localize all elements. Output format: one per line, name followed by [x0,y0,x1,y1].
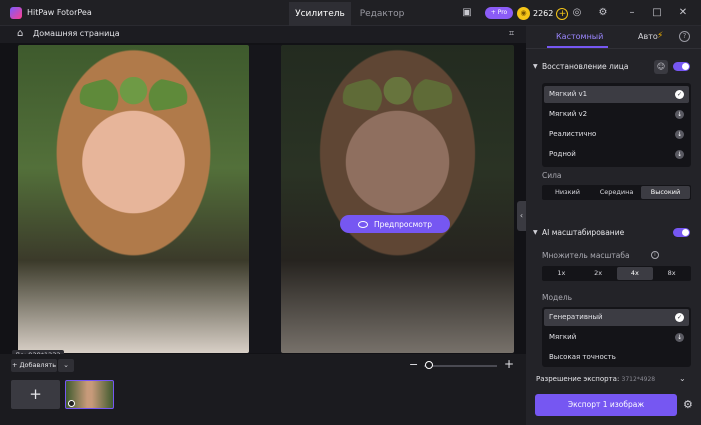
add-button[interactable]: + Добавлять [11,359,57,372]
home-icon[interactable]: ⌂ [17,29,27,39]
upscale-model-option[interactable]: Генеративный ✓ [544,309,689,326]
bottom-bar: + Добавлять ⌄ − + + [0,354,526,425]
pro-badge[interactable]: + Pro [485,7,513,19]
download-icon[interactable]: ↓ [675,130,684,139]
export-button[interactable]: Экспорт 1 изображ [535,394,677,416]
strength-low[interactable]: Низкий [543,186,592,199]
image-thumbnail[interactable] [65,380,114,409]
scale-4x[interactable]: 4x [616,267,654,280]
expand-chevron-icon[interactable]: ⌄ [679,374,686,383]
model-label: Модель [542,293,573,302]
multiplier-label: Множитель масштаба [542,251,630,260]
ai-upscale-title: AI масштабирование [542,228,625,237]
info-icon[interactable]: i [651,251,659,259]
option-label: Родной [549,150,576,158]
flower-crown-graphic [75,77,192,111]
tab-editor[interactable]: Редактор [351,2,413,26]
settings-icon[interactable]: ⚙ [597,7,609,19]
credits: ◉ 2262 + [517,7,569,20]
close-icon[interactable]: ✕ [677,7,689,19]
download-icon[interactable]: ↓ [675,333,684,342]
option-label: Мягкий [549,333,577,341]
strength-high[interactable]: Высокий [641,186,690,199]
collapse-panel-icon[interactable]: ‹ [517,201,526,231]
add-dropdown-icon[interactable]: ⌄ [58,359,74,372]
gear-icon[interactable]: ⚙ [683,398,693,411]
user-icon[interactable]: ◎ [571,7,583,19]
scale-1x[interactable]: 1x [543,267,580,280]
add-image-button[interactable]: + [11,380,60,409]
strength-selector: Низкий Середина Высокий [542,185,691,200]
face-icon[interactable]: ☺ [654,60,668,74]
zoom-in-icon[interactable]: + [504,357,514,371]
zoom-slider[interactable] [424,365,497,367]
help-icon[interactable]: ? [679,31,690,42]
tab-enhancer[interactable]: Усилитель [289,2,351,26]
option-label: Мягкий v2 [549,110,588,118]
mode-tabs: Усилитель Редактор [289,2,413,26]
title-bar: HitPaw FotorPea Усилитель Редактор ▣ + P… [0,0,701,26]
eye-icon [358,220,369,228]
image-divider [249,45,281,353]
export-resolution-value: 3712*4928 [621,376,656,383]
settings-panel: Кастомный Авто ⚡ ? ▼ Восстановление лица… [526,26,701,425]
original-image [18,45,249,353]
option-label: Высокая точность [549,353,616,361]
breadcrumb-home[interactable]: Домашняя страница [33,29,120,38]
scale-8x[interactable]: 8x [653,267,690,280]
upscale-model-option[interactable]: Высокая точность [544,349,689,366]
download-icon[interactable]: ↓ [675,110,684,119]
scale-multiplier-selector: 1x 2x 4x 8x [542,266,691,281]
face-restore-toggle[interactable] [673,62,690,71]
option-label: Генеративный [549,313,603,321]
add-credits-icon[interactable]: + [556,7,569,20]
panel-tabs: Кастомный Авто ⚡ ? [526,26,701,49]
active-tab-indicator [547,46,608,48]
face-model-option[interactable]: Мягкий v2 ↓ [544,106,689,123]
breadcrumb: ⌂ Домашняя страница ⌗ [0,26,526,43]
strength-medium[interactable]: Середина [592,186,641,199]
option-label: Мягкий v1 [549,90,588,98]
check-icon: ✓ [675,90,684,99]
check-icon: ✓ [675,313,684,322]
upscale-model-option[interactable]: Мягкий ↓ [544,329,689,346]
export-resolution: Разрешение экспорта: 3712*4928 [536,375,655,383]
option-label: Реалистично [549,130,597,138]
crop-icon[interactable]: ⌗ [509,29,514,39]
app-name: HitPaw FotorPea [27,8,92,17]
app-logo-icon [10,7,22,19]
status-icon [68,400,75,407]
minimize-icon[interactable]: – [626,7,638,19]
strength-label: Сила [542,171,562,180]
tab-auto[interactable]: Авто [638,32,658,41]
face-model-option[interactable]: Реалистично ↓ [544,126,689,143]
enhanced-image [281,45,514,353]
coin-icon: ◉ [517,7,530,20]
collapse-arrow-icon[interactable]: ▼ [533,229,538,236]
export-resolution-label: Разрешение экспорта: [536,375,620,383]
preview-button[interactable]: Предпросмотр [340,215,450,233]
credits-count: 2262 [533,9,554,18]
tab-custom[interactable]: Кастомный [556,32,603,41]
download-icon[interactable]: ↓ [675,150,684,159]
bolt-icon: ⚡ [657,31,664,41]
collapse-arrow-icon[interactable]: ▼ [533,63,538,70]
scale-2x[interactable]: 2x [580,267,617,280]
flower-crown-graphic [339,77,456,111]
face-restore-title: Восстановление лица [542,62,629,71]
zoom-slider-handle[interactable] [425,361,433,369]
face-model-option[interactable]: Мягкий v1 ✓ [544,86,689,103]
face-model-option[interactable]: Родной ↓ [544,146,689,163]
workspace: ⌂ Домашняя страница ⌗ Предпросмотр До: 9… [0,26,526,425]
ai-upscale-toggle[interactable] [673,228,690,237]
zoom-out-icon[interactable]: − [409,358,418,371]
preview-label: Предпросмотр [374,219,432,229]
upscale-model-list: Генеративный ✓ Мягкий ↓ Высокая точность [542,307,691,367]
app-window: HitPaw FotorPea Усилитель Редактор ▣ + P… [0,0,701,425]
compare-canvas: Предпросмотр До: 928*1232 ‹ [0,43,526,360]
add-label: Добавлять [19,361,57,369]
screen-icon[interactable]: ▣ [461,7,473,19]
face-model-list: Мягкий v1 ✓ Мягкий v2 ↓ Реалистично ↓ Родно… [542,83,691,167]
maximize-icon[interactable]: □ [651,7,663,19]
